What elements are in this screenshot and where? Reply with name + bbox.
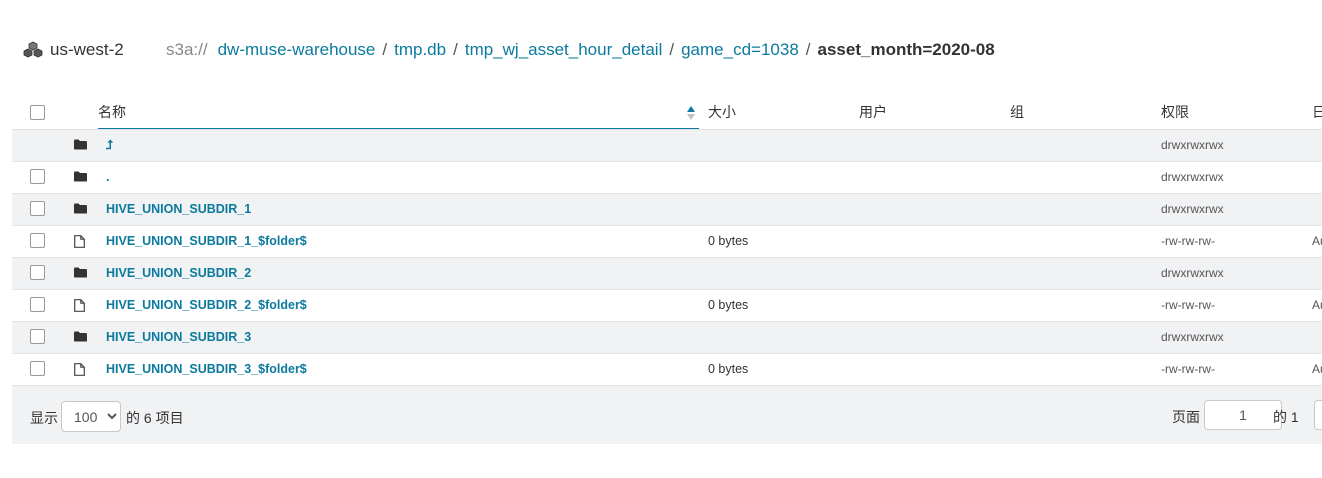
- column-header-user-label: 用户: [859, 104, 887, 120]
- breadcrumb-link-db[interactable]: tmp.db: [394, 40, 446, 60]
- row-checkbox[interactable]: [30, 201, 45, 216]
- row-permission: -rw-rw-rw-: [1161, 362, 1215, 376]
- folder-icon: [74, 267, 87, 281]
- folder-icon: [74, 203, 87, 217]
- table-footer: 显示 100 的 6 项目 页面 的 1: [12, 386, 1322, 444]
- page-label: 页面: [1172, 409, 1200, 425]
- column-header-name-label: 名称: [98, 104, 126, 120]
- row-size: 0 bytes: [708, 234, 749, 248]
- table-row[interactable]: HIVE_UNION_SUBDIR_3_$folder$ 0 bytes -rw-r…: [12, 354, 1322, 386]
- row-name-link[interactable]: HIVE_UNION_SUBDIR_2_$folder$: [106, 290, 307, 321]
- table-body: ⮥ drwxrwxrwx. drwxrwxrwx HIVE_UNION_SUBDIR_…: [12, 130, 1322, 386]
- row-permission: drwxrwxrwx: [1161, 202, 1224, 216]
- column-header-size-label: 大小: [708, 104, 736, 120]
- row-name-link[interactable]: ⮥: [106, 130, 113, 161]
- row-permission: -rw-rw-rw-: [1161, 234, 1215, 248]
- row-date-truncated: Au: [1312, 298, 1322, 312]
- column-header-permission-label: 权限: [1161, 104, 1189, 120]
- row-size: 0 bytes: [708, 362, 749, 376]
- breadcrumb-link-table[interactable]: tmp_wj_asset_hour_detail: [465, 40, 663, 60]
- row-name-link[interactable]: HIVE_UNION_SUBDIR_2: [106, 258, 251, 289]
- table-row[interactable]: ⮥ drwxrwxrwx: [12, 130, 1322, 162]
- row-date-truncated: Au: [1312, 234, 1322, 248]
- folder-icon: [74, 331, 87, 345]
- region-label: us-west-2: [50, 40, 124, 59]
- row-permission: -rw-rw-rw-: [1161, 298, 1215, 312]
- row-name-link[interactable]: HIVE_UNION_SUBDIR_1: [106, 194, 251, 225]
- row-permission: drwxrwxrwx: [1161, 170, 1224, 184]
- page-number-input[interactable]: [1204, 400, 1282, 430]
- row-size: 0 bytes: [708, 298, 749, 312]
- page-total: 的 1: [1273, 409, 1299, 425]
- breadcrumb-separator: /: [805, 40, 811, 59]
- row-checkbox[interactable]: [30, 265, 45, 280]
- row-permission: drwxrwxrwx: [1161, 138, 1224, 152]
- table-row[interactable]: HIVE_UNION_SUBDIR_2_$folder$ 0 bytes -rw-r…: [12, 290, 1322, 322]
- table-row[interactable]: HIVE_UNION_SUBDIR_1 drwxrwxrwx: [12, 194, 1322, 226]
- row-checkbox[interactable]: [30, 361, 45, 376]
- breadcrumb: s3a:// dw-muse-warehouse / tmp.db / tmp_…: [166, 38, 995, 62]
- select-all-checkbox[interactable]: [30, 105, 45, 120]
- folder-icon: [74, 171, 87, 185]
- table-row[interactable]: HIVE_UNION_SUBDIR_1_$folder$ 0 bytes -rw-r…: [12, 226, 1322, 258]
- breadcrumb-link-partition[interactable]: game_cd=1038: [681, 40, 799, 60]
- table-header: 名称 大小 用户 组 权限 日: [12, 96, 1322, 130]
- row-checkbox[interactable]: [30, 169, 45, 184]
- row-name-link[interactable]: .: [106, 162, 109, 193]
- breadcrumb-separator: /: [382, 40, 388, 59]
- sort-ascending-icon[interactable]: [686, 105, 696, 121]
- file-table: 名称 大小 用户 组 权限 日 ⮥ drwxrwxrwx. drwxrwxrwx HI…: [12, 96, 1322, 386]
- row-checkbox[interactable]: [30, 329, 45, 344]
- column-header-permission[interactable]: 权限: [1161, 96, 1189, 129]
- next-page-button[interactable]: [1314, 400, 1322, 430]
- column-header-name[interactable]: 名称: [98, 96, 699, 129]
- row-checkbox[interactable]: [30, 233, 45, 248]
- table-row[interactable]: HIVE_UNION_SUBDIR_3 drwxrwxrwx: [12, 322, 1322, 354]
- file-icon: [74, 235, 85, 251]
- row-name-link[interactable]: HIVE_UNION_SUBDIR_3: [106, 322, 251, 353]
- breadcrumb-separator: /: [669, 40, 675, 59]
- region-indicator: us-west-2: [22, 38, 124, 62]
- table-row[interactable]: HIVE_UNION_SUBDIR_2 drwxrwxrwx: [12, 258, 1322, 290]
- column-header-group[interactable]: 组: [1010, 96, 1024, 129]
- row-permission: drwxrwxrwx: [1161, 266, 1224, 280]
- cubes-icon: [23, 41, 43, 58]
- column-header-group-label: 组: [1010, 104, 1024, 120]
- table-row[interactable]: . drwxrwxrwx: [12, 162, 1322, 194]
- breadcrumb-bar: us-west-2 s3a:// dw-muse-warehouse / tmp…: [0, 0, 1322, 100]
- row-name-link[interactable]: HIVE_UNION_SUBDIR_1_$folder$: [106, 226, 307, 257]
- item-count: 的 6 项目: [126, 410, 184, 426]
- row-date-truncated: Au: [1312, 362, 1322, 376]
- show-label: 显示: [30, 410, 58, 426]
- row-checkbox[interactable]: [30, 297, 45, 312]
- file-icon: [74, 299, 85, 315]
- folder-icon: [74, 139, 87, 153]
- breadcrumb-scheme: s3a://: [166, 40, 208, 59]
- breadcrumb-link-bucket[interactable]: dw-muse-warehouse: [218, 40, 376, 60]
- breadcrumb-separator: /: [453, 40, 458, 59]
- column-header-date[interactable]: 日: [1312, 96, 1322, 129]
- breadcrumb-current: asset_month=2020-08: [817, 40, 995, 59]
- row-permission: drwxrwxrwx: [1161, 330, 1224, 344]
- column-header-user[interactable]: 用户: [859, 96, 887, 129]
- row-name-link[interactable]: HIVE_UNION_SUBDIR_3_$folder$: [106, 354, 307, 385]
- page-size-select[interactable]: 100: [61, 401, 121, 432]
- column-header-size[interactable]: 大小: [708, 96, 736, 129]
- file-icon: [74, 363, 85, 379]
- column-header-date-label: 日: [1312, 104, 1322, 120]
